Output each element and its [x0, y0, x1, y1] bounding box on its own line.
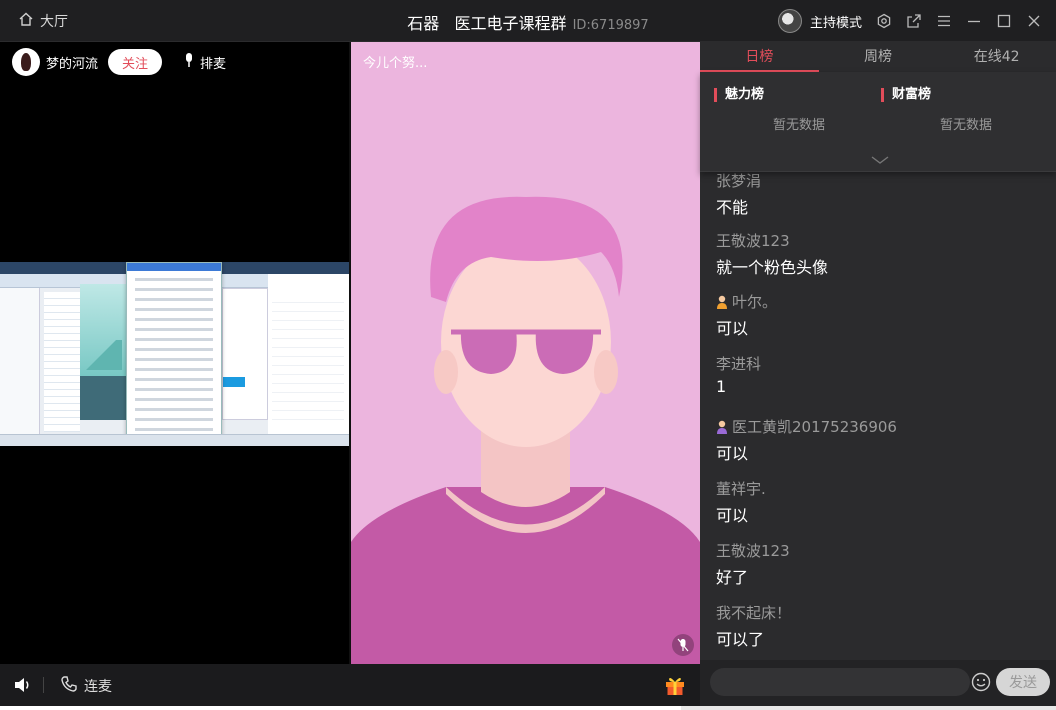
title-controls: 主持模式 — [777, 7, 1042, 35]
send-button[interactable]: 发送 — [996, 668, 1050, 696]
bottom-toolbar: 连麦 — [0, 664, 700, 706]
chat-username-text: 李进科 — [716, 355, 762, 373]
chat-message-text: 可以 — [716, 319, 749, 338]
gift-icon[interactable] — [664, 674, 686, 696]
connect-mic-label: 连麦 — [84, 679, 112, 695]
chat-input[interactable] — [710, 668, 970, 696]
chat-username[interactable]: 李进科 — [716, 353, 761, 374]
home-icon — [18, 11, 34, 31]
chat-message-text: 好了 — [716, 568, 749, 587]
shared-desktop-screen — [0, 262, 349, 446]
close-icon[interactable] — [1026, 13, 1042, 29]
chat-username[interactable]: 董祥宇. — [716, 478, 766, 499]
wealth-empty-text: 暂无数据 — [939, 118, 992, 133]
microphone-icon — [182, 52, 196, 72]
chat-message: 叶尔。可以 — [716, 291, 777, 339]
charm-ranking: 魅力榜 暂无数据 — [714, 88, 884, 133]
chat-message-text: 不能 — [716, 198, 749, 217]
wealth-ranking-title: 财富榜 — [881, 88, 1051, 102]
streamer-name[interactable]: 梦的河流 — [46, 53, 98, 72]
chevron-down-icon[interactable] — [870, 154, 890, 166]
chat-message: 王敬波123 好了 — [716, 540, 790, 588]
chat-username-text: 医工黄凯20175236906 — [732, 418, 897, 436]
chat-input-area: 发送 — [700, 660, 1056, 706]
orange-user-icon — [717, 295, 727, 309]
chat-message-text: 1 — [716, 377, 727, 396]
speaker-icon[interactable] — [12, 675, 32, 695]
chat-username-text: 董祥宇. — [716, 480, 766, 498]
purple-user-icon — [717, 420, 727, 434]
chat-panel: 日榜 周榜 在线42 魅力榜 暂无数据 财富榜 暂无数据 张梦涓不能王敬波123 就一… — [700, 42, 1056, 706]
host-avatar[interactable] — [777, 9, 802, 33]
bottom-edge-strip — [0, 706, 1056, 710]
guest-video-pane: 今儿个努... — [351, 42, 700, 664]
menu-icon[interactable] — [936, 13, 952, 29]
muted-mic-icon[interactable] — [672, 634, 694, 656]
popout-icon[interactable] — [906, 13, 922, 29]
settings-icon[interactable] — [876, 13, 892, 29]
emoji-icon[interactable] — [971, 672, 991, 692]
chat-message-text: 就一个粉色头像 — [716, 258, 829, 277]
tab-1[interactable]: 周榜 — [819, 42, 938, 72]
ranking-tabs: 日榜 周榜 在线42 — [700, 42, 1056, 72]
chat-message: 李进科 1 — [716, 353, 761, 396]
room-id: ID:6719897 — [572, 18, 649, 33]
chat-username-text: 王敬波123 — [716, 232, 790, 250]
chat-username-text: 叶尔。 — [732, 293, 778, 311]
charm-ranking-title: 魅力榜 — [714, 88, 884, 102]
maximize-icon[interactable] — [996, 13, 1012, 29]
toolbar-separator — [43, 677, 44, 693]
chat-username-text: 张梦涓 — [716, 172, 762, 190]
follow-button[interactable]: 关注 — [108, 49, 163, 75]
charm-empty-text: 暂无数据 — [772, 118, 825, 133]
chat-message-text: 可以了 — [716, 630, 765, 649]
guest-caption: 今儿个努... — [363, 56, 428, 71]
chat-messages: 张梦涓 不能 王敬波123 就一个粉色头像 叶尔。 可以 李进科 1 医工黄凯201752369… — [700, 172, 1056, 660]
mic-queue-button[interactable]: 排麦 — [182, 52, 226, 72]
chat-username-text: 王敬波123 — [716, 542, 790, 560]
tab-2[interactable]: 在线42 — [937, 42, 1056, 72]
chat-username[interactable]: 叶尔。 — [716, 291, 777, 312]
lobby-label: 大厅 — [40, 14, 68, 30]
connect-mic-button[interactable]: 连麦 — [60, 675, 112, 697]
streamer-info: 梦的河流 关注 排麦 — [12, 48, 226, 76]
mic-queue-label: 排麦 — [200, 56, 227, 72]
chat-message: 张梦涓 不能 — [716, 172, 761, 218]
chat-username[interactable]: 医工黄凯20175236906 — [716, 416, 897, 437]
chat-message: 王敬波123 就一个粉色头像 — [716, 230, 828, 278]
room-name: 石器 医工电子课程群 — [407, 14, 567, 33]
title-bar: 大厅 石器 医工电子课程群 ID:6719897 主持模式 — [0, 0, 1056, 42]
chat-message-text: 可以 — [716, 506, 749, 525]
default-avatar-illustration — [351, 196, 700, 664]
chat-username[interactable]: 张梦涓 — [716, 172, 761, 191]
chat-username[interactable]: 我不起床！ — [716, 602, 791, 623]
chat-message-text: 可以 — [716, 444, 749, 463]
chat-message: 董祥宇. 可以 — [716, 478, 766, 526]
phone-icon — [60, 675, 78, 697]
tab-0[interactable]: 日榜 — [700, 42, 819, 72]
chat-username[interactable]: 王敬波123 — [716, 230, 828, 251]
chat-message: 我不起床！ 可以了 — [716, 602, 791, 650]
ranking-box: 魅力榜 暂无数据 财富榜 暂无数据 — [700, 72, 1056, 172]
lobby-button[interactable]: 大厅 — [18, 11, 68, 31]
host-mode-label[interactable]: 主持模式 — [810, 12, 862, 31]
wealth-ranking: 财富榜 暂无数据 — [881, 88, 1051, 133]
streamer-avatar[interactable] — [12, 48, 40, 76]
screen-share-pane: 梦的河流 关注 排麦 — [0, 42, 349, 664]
chat-username[interactable]: 王敬波123 — [716, 540, 790, 561]
chat-message: 医工黄凯20175236906 可以 — [716, 416, 897, 464]
minimize-icon[interactable] — [966, 13, 982, 29]
chat-username-text: 我不起床！ — [716, 604, 792, 622]
